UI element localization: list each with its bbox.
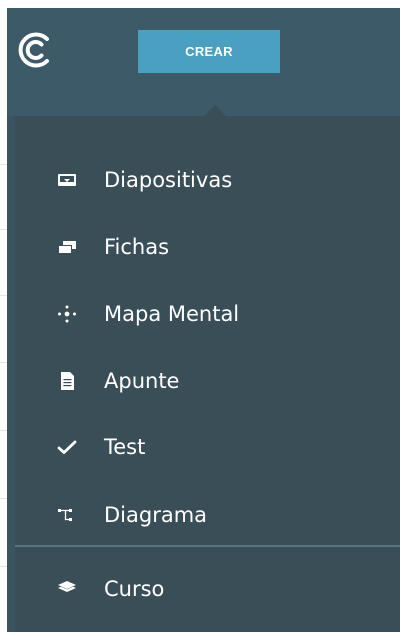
menu-item-label: Diagrama xyxy=(104,503,208,527)
menu-item-label: Test xyxy=(104,435,146,459)
menu-item-label: Diapositivas xyxy=(104,168,233,192)
menu-item-label: Fichas xyxy=(104,235,170,259)
menu-item-diagrama[interactable]: Diagrama xyxy=(15,485,400,545)
menu-item-label: Curso xyxy=(104,577,165,601)
app-logo-icon[interactable] xyxy=(18,32,54,68)
mind-map-icon xyxy=(57,305,77,323)
checkmark-icon xyxy=(57,438,77,456)
menu-item-fichas[interactable]: Fichas xyxy=(15,217,400,277)
note-icon xyxy=(57,372,77,390)
flashcards-icon xyxy=(57,238,77,256)
diagram-icon xyxy=(57,506,77,524)
create-button[interactable]: CREAR xyxy=(138,30,280,73)
menu-item-test[interactable]: Test xyxy=(15,417,400,477)
menu-item-diapositivas[interactable]: Diapositivas xyxy=(15,150,400,210)
create-menu-panel: CREAR Diapositivas Fichas Mapa Mental Ap… xyxy=(7,8,400,632)
slides-icon xyxy=(57,171,77,189)
menu-item-mapa-mental[interactable]: Mapa Mental xyxy=(15,284,400,344)
create-dropdown-menu: Diapositivas Fichas Mapa Mental Apunte T… xyxy=(15,105,400,632)
dropdown-pointer xyxy=(203,105,227,117)
top-bar: CREAR xyxy=(7,8,400,116)
menu-divider xyxy=(15,545,400,547)
menu-item-apunte[interactable]: Apunte xyxy=(15,351,400,411)
menu-item-label: Mapa Mental xyxy=(104,302,240,326)
menu-item-curso[interactable]: Curso xyxy=(15,559,400,619)
layers-icon xyxy=(57,580,77,598)
menu-item-label: Apunte xyxy=(104,369,180,393)
